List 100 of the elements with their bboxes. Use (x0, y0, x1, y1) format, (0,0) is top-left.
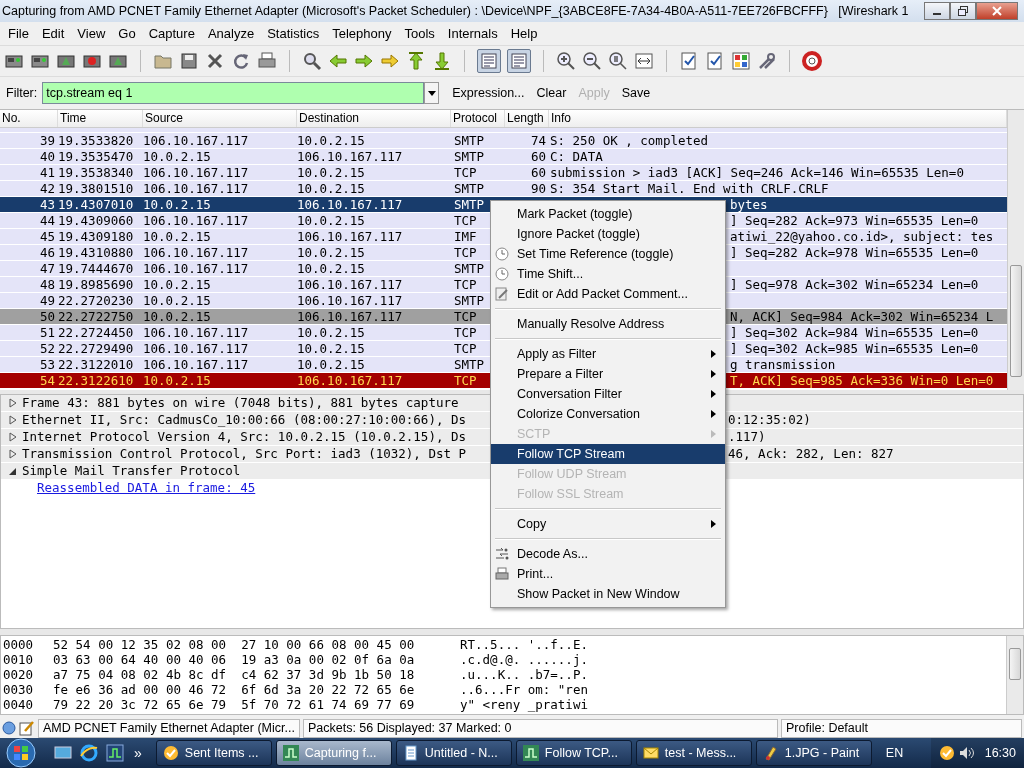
table-cell-text: 53 (38, 357, 56, 374)
display-filter-icon[interactable] (705, 51, 725, 72)
filter-action-button[interactable]: Clear (530, 86, 573, 101)
resize-columns-icon[interactable] (634, 51, 654, 72)
tree-item[interactable]: 46, Ack: 282, Len: 827 (728, 446, 894, 463)
column-header[interactable]: Source (143, 110, 297, 128)
menu-item[interactable]: Apply as Filter (491, 344, 725, 364)
status-circle-icon[interactable] (2, 721, 16, 736)
table-cell: ] Seq=282 Ack=978 Win=65535 Len=0 (730, 245, 979, 261)
tree-item[interactable]: Ethernet II, Src: CadmusCo_10:00:66 (08:00:27:10:00:66), Ds (22, 412, 466, 428)
edit-note-icon[interactable] (19, 720, 35, 737)
frame-link[interactable]: Reassembled DATA in frame: 45 (37, 480, 256, 496)
table-cell: g transmission (730, 357, 836, 373)
minimize-button[interactable] (924, 1, 950, 20)
restore-button[interactable] (950, 1, 976, 20)
dropdown-button[interactable] (424, 82, 440, 105)
menu-item[interactable]: Prepare a Filter (491, 364, 725, 384)
menu-item[interactable]: Help (504, 25, 545, 41)
start-button[interactable] (4, 737, 38, 768)
packet-row[interactable]: 40 19.3535470 10.0.2.15 106.10.167.117 SMTP 60 C: DATA (0, 149, 1007, 166)
menu-item[interactable]: Print... (491, 564, 725, 584)
table-cell-text: 10.0.2.15 (297, 213, 366, 230)
expander-icon[interactable] (9, 432, 17, 443)
coloring-rules-icon[interactable] (731, 51, 751, 72)
clock[interactable]: 16:30 (984, 745, 1016, 760)
expander-icon[interactable] (9, 398, 17, 409)
menu-item[interactable]: Conversation Filter (491, 384, 725, 404)
menu-item[interactable]: Statistics (261, 25, 327, 41)
globe-icon[interactable] (80, 743, 98, 762)
menu-item[interactable]: Ignore Packet (toggle) (491, 224, 725, 244)
packet-row[interactable]: 41 19.3538340 106.10.167.117 10.0.2.15 TCP 60 submission > iad3 [ACK] Seq=246 Ack=146 Win=65535 Len=0 (0, 165, 1007, 182)
tree-item[interactable]: Internet Protocol Version 4, Src: 10.0.2.15 (10.0.2.15), Ds (22, 429, 466, 445)
zoom-reset-icon[interactable] (608, 51, 628, 72)
zoom-out-icon[interactable] (582, 51, 602, 72)
zoom-in-icon[interactable] (556, 51, 576, 72)
menu-item[interactable]: Capture (142, 25, 202, 41)
profile-status[interactable]: Profile: Default (781, 718, 1022, 738)
column-header[interactable]: Protocol (451, 110, 505, 128)
taskbar-button[interactable]: Untitled - N... (395, 739, 512, 766)
close-button[interactable] (976, 1, 1018, 20)
menu-item[interactable]: Copy (491, 514, 725, 534)
menu-item[interactable]: Set Time Reference (toggle) (491, 244, 725, 264)
filter-action-button[interactable]: Save (615, 86, 657, 101)
shark-fin-icon[interactable] (106, 743, 124, 762)
table-cell-text: 106.10.167.117 (297, 373, 404, 390)
taskbar-button[interactable]: Sent Items ... (155, 739, 272, 766)
language-indicator[interactable]: EN (885, 745, 904, 760)
column-header[interactable]: Length (505, 110, 549, 128)
menu-item[interactable]: Colorize Conversation (491, 404, 725, 424)
menu-item[interactable]: Show Packet in New Window (491, 584, 725, 604)
menu-item[interactable]: Time Shift... (491, 264, 725, 284)
scroll-thumb[interactable] (1010, 265, 1022, 378)
taskbar-button[interactable]: Follow TCP... (515, 739, 632, 766)
reload-icon[interactable] (231, 51, 251, 72)
desktop-icon[interactable] (54, 743, 72, 762)
menu-item[interactable]: Telephony (326, 25, 399, 41)
expander-icon[interactable] (9, 466, 17, 477)
overflow-button[interactable]: » (134, 744, 142, 761)
taskbar-button[interactable]: test - Mess... (635, 739, 752, 766)
taskbar-button[interactable]: 1.JPG - Paint (755, 739, 872, 766)
scrollbar[interactable] (1006, 635, 1023, 715)
tray-mail-icon[interactable] (938, 744, 955, 761)
menu-item[interactable]: File (2, 25, 36, 41)
column-header[interactable]: Destination (297, 110, 451, 128)
menu-item[interactable]: Edit (35, 25, 72, 41)
scrollbar[interactable] (1007, 110, 1024, 391)
pane-toggle-button[interactable] (477, 49, 501, 74)
down-arrow-icon[interactable] (432, 51, 452, 72)
tree-item[interactable]: Transmission Control Protocol, Src Port: iad3 (1032), Dst P (22, 446, 466, 462)
pane-toggle-button[interactable] (507, 49, 531, 74)
menu-item[interactable]: Follow TCP Stream (491, 444, 725, 464)
column-header[interactable]: Time (58, 110, 143, 128)
menu-item[interactable]: Mark Packet (toggle) (491, 204, 725, 224)
tree-item[interactable]: Simple Mail Transfer Protocol (22, 463, 241, 479)
filter-action-button[interactable]: Expression... (446, 86, 531, 101)
table-cell-text: 10.0.2.15 (297, 245, 366, 262)
menu-item[interactable]: View (71, 25, 113, 41)
menu-item[interactable]: Decode As... (491, 544, 725, 564)
menu-item[interactable]: Tools (398, 25, 442, 41)
tree-item[interactable]: 0:12:35:02) (728, 412, 811, 429)
capture-filter-icon[interactable] (679, 51, 699, 72)
menu-item[interactable]: Internals (441, 25, 505, 41)
expander-icon[interactable] (9, 415, 17, 426)
up-arrow-icon[interactable] (406, 51, 426, 72)
search-icon[interactable] (302, 51, 322, 72)
packet-row[interactable]: 39 19.3533820 106.10.167.117 10.0.2.15 SMTP 74 S: 250 OK , completed (0, 133, 1007, 150)
expander-icon[interactable] (9, 449, 17, 460)
table-cell-text: 10.0.2.15 (143, 149, 212, 166)
filter-field[interactable]: tcp.stream eq 1 (42, 82, 425, 105)
column-header[interactable]: No. (0, 110, 58, 128)
menu-item[interactable]: Edit or Add Packet Comment... (491, 284, 725, 304)
menu-item[interactable]: Analyze (201, 25, 262, 41)
table-cell-text: 54 (38, 373, 56, 390)
menu-item[interactable]: Go (112, 25, 143, 41)
list-pane-icon (510, 52, 528, 71)
tree-item[interactable]: .117) (728, 429, 766, 446)
help-icon[interactable] (802, 51, 822, 72)
menu-item[interactable]: Manually Resolve Address (491, 314, 725, 334)
packet-row[interactable]: 42 19.3801510 106.10.167.117 10.0.2.15 SMTP 90 S: 354 Start Mail. End with CRLF.CRLF (0, 181, 1007, 198)
scroll-thumb[interactable] (1009, 647, 1021, 680)
